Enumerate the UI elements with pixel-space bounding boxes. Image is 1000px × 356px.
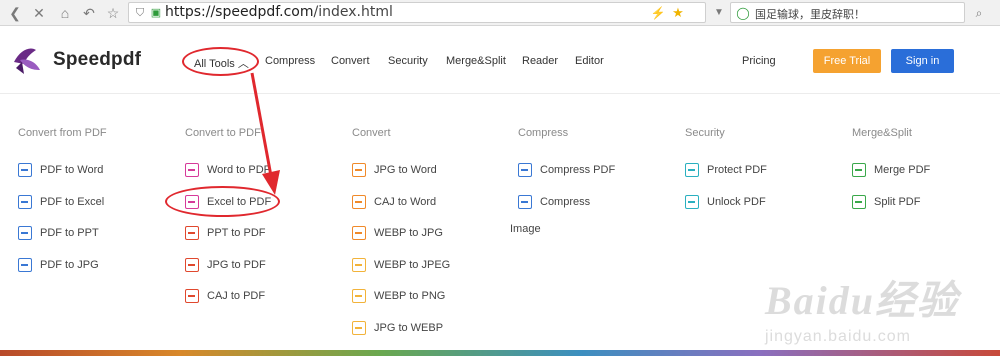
star-icon[interactable]: ★ xyxy=(669,4,687,22)
compress-pdf-icon xyxy=(518,163,532,177)
jpg-to-word-icon xyxy=(352,163,366,177)
watermark-url: jingyan.baidu.com xyxy=(765,328,911,345)
search-text: 国足输球，里皮辞职！ xyxy=(755,8,865,21)
compress-image-icon xyxy=(518,195,532,209)
jpg-to-webp-icon xyxy=(352,321,366,335)
webp-to-jpeg-icon xyxy=(352,258,366,272)
url-text: https://speedpdf.com/index.html xyxy=(165,4,393,20)
chevron-down-icon[interactable]: ▼ xyxy=(710,4,728,22)
caj-to-word-icon xyxy=(352,195,366,209)
pdf-to-jpg-icon xyxy=(18,258,32,272)
jpg-to-pdf-icon xyxy=(185,258,199,272)
nav-security[interactable]: Security xyxy=(388,55,428,67)
undo-icon[interactable]: ↶ xyxy=(80,4,98,22)
nav-compress[interactable]: Compress xyxy=(265,55,315,67)
column-title-convert-from-pdf: Convert from PDF xyxy=(18,127,107,139)
annotation-arrow-icon xyxy=(250,72,280,195)
pdf-to-ppt-icon xyxy=(18,226,32,240)
lock-open-icon xyxy=(685,195,699,209)
compress-image-wrapped-text[interactable]: Image xyxy=(510,223,541,235)
ppt-to-pdf-icon xyxy=(185,226,199,240)
pricing-link[interactable]: Pricing xyxy=(742,55,776,67)
nav-reader[interactable]: Reader xyxy=(522,55,558,67)
favorites-icon[interactable]: ☆ xyxy=(104,4,122,22)
caj-to-pdf-icon xyxy=(185,289,199,303)
close-tab-icon[interactable]: ✕ xyxy=(30,4,48,22)
webp-to-png-icon xyxy=(352,289,366,303)
search-icon[interactable]: ⌕ xyxy=(970,4,988,22)
nav-editor[interactable]: Editor xyxy=(575,55,604,67)
bottom-color-strip xyxy=(0,350,1000,356)
site-header: Speedpdf All Tools ︿ Compress Convert Se… xyxy=(0,26,1000,94)
search-input[interactable]: ◯ 国足输球，里皮辞职！ xyxy=(730,2,965,23)
column-title-convert: Convert xyxy=(352,127,391,139)
pdf-to-word-icon xyxy=(18,163,32,177)
search-engine-icon: ◯ xyxy=(736,6,750,20)
logo-icon[interactable] xyxy=(10,44,42,76)
column-title-security: Security xyxy=(685,127,725,139)
lightning-icon[interactable]: ⚡ xyxy=(649,4,667,22)
lock-closed-icon xyxy=(685,163,699,177)
back-icon[interactable]: ❮ xyxy=(6,4,24,22)
home-icon[interactable]: ⌂ xyxy=(56,4,74,22)
pdf-to-excel-icon xyxy=(18,195,32,209)
address-bar[interactable]: ⛉ ▣ https://speedpdf.com/index.html ⚡ ★ xyxy=(128,2,706,23)
column-title-compress: Compress xyxy=(518,127,569,139)
watermark: Baidu经验 jingyan.baidu.com xyxy=(765,268,959,346)
split-pdf-icon xyxy=(852,195,866,209)
screenshot-root: ❮ ✕ ⌂ ↶ ☆ ⛉ ▣ https://speedpdf.com/index… xyxy=(0,0,1000,356)
browser-toolbar: ❮ ✕ ⌂ ↶ ☆ ⛉ ▣ https://speedpdf.com/index… xyxy=(0,0,1000,26)
column-title-merge-split: Merge&Split xyxy=(852,127,912,139)
merge-pdf-icon xyxy=(852,163,866,177)
free-trial-button[interactable]: Free Trial xyxy=(813,49,881,73)
nav-convert[interactable]: Convert xyxy=(331,55,370,67)
sign-in-button[interactable]: Sign in xyxy=(891,49,954,73)
watermark-logo-text: Baidu经验 xyxy=(765,278,960,323)
webp-to-jpg-icon xyxy=(352,226,366,240)
word-to-pdf-icon xyxy=(185,163,199,177)
logo-text[interactable]: Speedpdf xyxy=(53,49,141,71)
lock-icon: ▣ xyxy=(150,7,162,19)
nav-merge-split[interactable]: Merge&Split xyxy=(446,55,506,67)
